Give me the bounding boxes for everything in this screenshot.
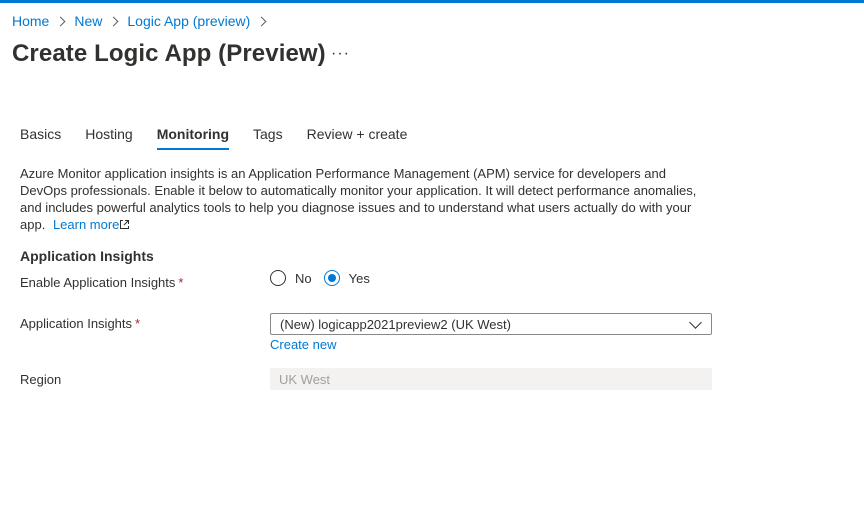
learn-more-link[interactable]: Learn more	[53, 217, 130, 232]
app-insights-dropdown-value: (New) logicapp2021preview2 (UK West)	[280, 316, 511, 332]
more-options-icon[interactable]: ···	[331, 45, 350, 63]
app-insights-dropdown[interactable]: (New) logicapp2021preview2 (UK West)	[270, 313, 712, 335]
enable-insights-label-text: Enable Application Insights	[20, 275, 176, 290]
app-insights-label-text: Application Insights	[20, 316, 133, 331]
region-field: UK West	[270, 368, 712, 390]
external-link-icon	[120, 220, 130, 229]
radio-no-label: No	[295, 270, 312, 286]
breadcrumb-new[interactable]: New	[74, 13, 102, 29]
breadcrumb: Home New Logic App (preview)	[12, 13, 275, 29]
tab-basics[interactable]: Basics	[20, 126, 61, 150]
app-insights-label: Application Insights *	[20, 316, 140, 331]
radio-yes[interactable]	[323, 270, 340, 286]
enable-insights-radio-group: No Yes	[270, 270, 382, 286]
radio-yes-label: Yes	[348, 270, 370, 286]
required-marker: *	[178, 275, 184, 290]
tab-review-create[interactable]: Review + create	[307, 126, 408, 150]
breadcrumb-home[interactable]: Home	[12, 13, 49, 29]
region-label: Region	[20, 372, 62, 387]
tab-monitoring[interactable]: Monitoring	[156, 126, 230, 150]
chevron-right-icon	[256, 16, 267, 26]
page-title: Create Logic App (Preview)	[12, 40, 326, 67]
radio-option-yes[interactable]: Yes	[323, 270, 370, 286]
breadcrumb-logic-app[interactable]: Logic App (preview)	[127, 13, 250, 29]
tab-tags[interactable]: Tags	[253, 126, 283, 150]
learn-more-label: Learn more	[52, 217, 120, 232]
radio-no[interactable]	[270, 270, 286, 286]
chevron-right-icon	[108, 16, 119, 26]
tab-hosting[interactable]: Hosting	[85, 126, 132, 150]
section-title: Application Insights	[20, 248, 154, 264]
monitoring-description: Azure Monitor application insights is an…	[20, 165, 700, 233]
radio-option-no[interactable]: No	[270, 270, 312, 286]
radio-selected-dot	[327, 274, 336, 282]
required-marker: *	[135, 316, 141, 331]
chevron-down-icon	[689, 315, 702, 329]
chevron-right-icon	[55, 16, 66, 26]
create-new-link[interactable]: Create new	[270, 337, 336, 352]
tab-bar: Basics Hosting Monitoring Tags Review + …	[20, 126, 431, 150]
top-accent-bar	[0, 0, 864, 3]
enable-insights-label: Enable Application Insights *	[20, 275, 183, 290]
